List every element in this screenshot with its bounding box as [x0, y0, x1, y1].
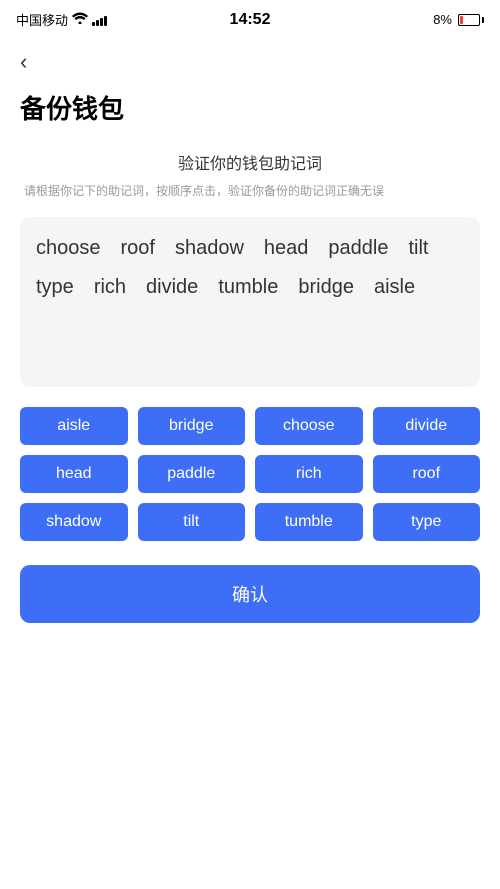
wifi-icon [72, 12, 88, 27]
display-word: aisle [374, 276, 415, 299]
display-word: divide [146, 276, 198, 299]
page-title: 备份钱包 [20, 89, 480, 126]
word-button[interactable]: rich [255, 455, 363, 493]
confirm-button[interactable]: 确认 [20, 565, 480, 623]
section-desc: 请根据你记下的助记词，按顺序点击，验证你备份的助记词正确无误 [20, 182, 480, 201]
word-button[interactable]: choose [255, 407, 363, 445]
display-word: tilt [408, 237, 428, 260]
word-button[interactable]: head [20, 455, 128, 493]
word-button[interactable]: tumble [255, 503, 363, 541]
status-time: 14:52 [230, 11, 271, 29]
battery-percent: 8% [433, 12, 452, 27]
word-button[interactable]: tilt [138, 503, 246, 541]
display-word: rich [94, 276, 126, 299]
display-word: tumble [218, 276, 278, 299]
signal-bars [92, 14, 107, 26]
word-button[interactable]: type [373, 503, 481, 541]
carrier-text: 中国移动 [16, 10, 68, 29]
word-buttons-grid: aisle bridgechoose divide head paddlerichroo… [20, 407, 480, 541]
battery-icon [458, 14, 484, 26]
status-left: 中国移动 [16, 10, 107, 29]
section-title: 验证你的钱包助记词 [20, 150, 480, 174]
word-button[interactable]: paddle [138, 455, 246, 493]
back-button[interactable]: ‹ [20, 45, 27, 79]
status-bar: 中国移动 14:52 8% [0, 0, 500, 35]
word-button[interactable]: divide [373, 407, 481, 445]
page-container: ‹ 备份钱包 验证你的钱包助记词 请根据你记下的助记词，按顺序点击，验证你备份的… [0, 35, 500, 703]
display-word: paddle [328, 237, 388, 260]
display-word: roof [121, 237, 155, 260]
word-button[interactable]: bridge [138, 407, 246, 445]
display-word: shadow [175, 237, 244, 260]
word-display-content: choose roof shadow head paddle tilt type richdi… [36, 237, 464, 307]
word-button[interactable]: shadow [20, 503, 128, 541]
display-word: bridge [298, 276, 354, 299]
word-button[interactable]: roof [373, 455, 481, 493]
display-word: type [36, 276, 74, 299]
display-word: choose [36, 237, 101, 260]
display-word: head [264, 237, 309, 260]
status-right: 8% [433, 12, 484, 27]
word-display-box: choose roof shadow head paddle tilt type richdi… [20, 217, 480, 387]
word-button[interactable]: aisle [20, 407, 128, 445]
watermark-area [20, 623, 480, 683]
